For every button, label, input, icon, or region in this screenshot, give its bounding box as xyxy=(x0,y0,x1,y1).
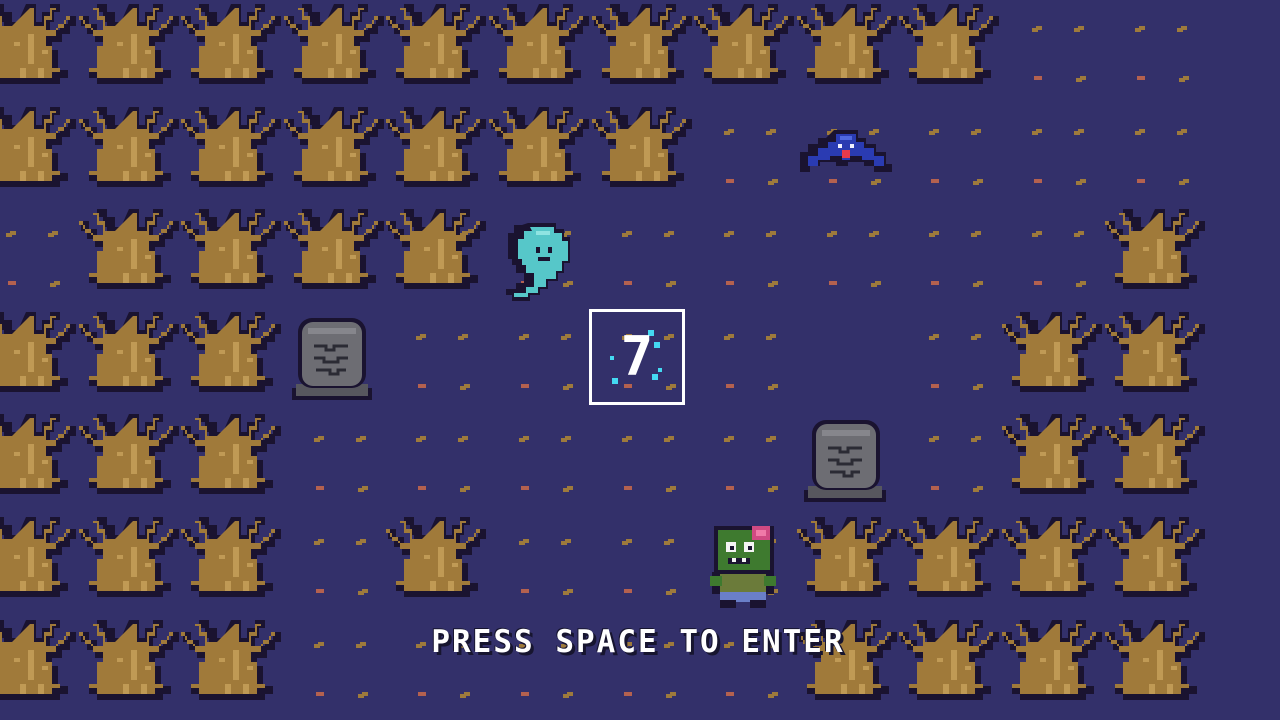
portal-level-number: 7 xyxy=(620,325,654,388)
level-portal[interactable]: 7 xyxy=(589,309,685,405)
dead-tree xyxy=(181,306,287,408)
dead-tree xyxy=(1104,614,1211,716)
dead-tree xyxy=(489,101,595,203)
dead-tree xyxy=(181,203,287,305)
dead-tree xyxy=(386,0,492,100)
dead-tree xyxy=(78,101,185,203)
dead-tree xyxy=(899,614,1005,716)
dead-tree xyxy=(181,0,287,100)
dead-tree xyxy=(78,0,185,100)
dead-tree xyxy=(1104,408,1211,510)
dead-tree xyxy=(0,511,82,613)
dead-tree xyxy=(1104,203,1211,305)
dead-tree xyxy=(591,101,698,203)
dead-tree xyxy=(386,203,492,305)
dead-tree xyxy=(181,408,287,510)
bat-enemy xyxy=(792,128,892,180)
dead-tree xyxy=(1002,408,1108,510)
dead-tree xyxy=(0,101,82,203)
dead-tree xyxy=(694,0,800,100)
dead-tree xyxy=(78,203,185,305)
dead-tree xyxy=(1104,306,1211,408)
zombie-player xyxy=(706,524,782,610)
dead-tree xyxy=(181,101,287,203)
dead-tree xyxy=(1002,511,1108,613)
dead-tree xyxy=(796,0,903,100)
dead-tree xyxy=(78,614,185,716)
dead-tree xyxy=(78,511,185,613)
dead-tree xyxy=(283,203,390,305)
dead-tree xyxy=(0,408,82,510)
dead-tree xyxy=(283,101,390,203)
dead-tree xyxy=(1002,614,1108,716)
dead-tree xyxy=(78,306,185,408)
dead-tree xyxy=(0,0,82,100)
dead-tree xyxy=(386,101,492,203)
dead-tree xyxy=(591,0,698,100)
dead-tree xyxy=(0,614,82,716)
dead-tree xyxy=(78,408,185,510)
dead-tree xyxy=(1002,306,1108,408)
dead-tree xyxy=(489,0,595,100)
gravestone xyxy=(286,312,376,404)
dead-tree xyxy=(1104,511,1211,613)
enter-prompt: PRESS SPACE TO ENTER xyxy=(431,624,845,660)
dead-tree xyxy=(181,511,287,613)
dead-tree xyxy=(181,614,287,716)
dead-tree xyxy=(899,511,1005,613)
dead-tree xyxy=(0,306,82,408)
dead-tree xyxy=(899,0,1005,100)
gravestone xyxy=(800,414,890,506)
ghost-enemy xyxy=(490,215,584,307)
dead-tree xyxy=(386,511,492,613)
dead-tree xyxy=(283,0,390,100)
dead-tree xyxy=(796,511,903,613)
game-scene: 7 PRESS SPACE TO ENTER xyxy=(0,0,1280,720)
